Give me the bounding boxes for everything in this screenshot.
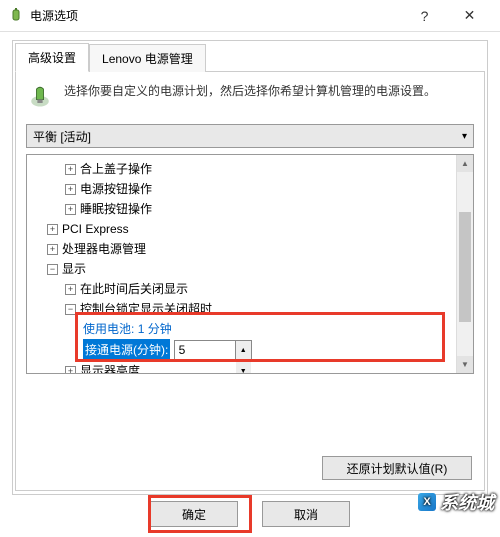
plus-icon[interactable]: + (65, 204, 76, 215)
tree-item-battery[interactable]: 使用电池: 1 分钟 (29, 319, 471, 339)
plan-combo[interactable]: 平衡 [活动] ▾ (26, 124, 474, 148)
scroll-up-icon[interactable]: ▲ (457, 155, 473, 172)
dialog-inner: 高级设置 Lenovo 电源管理 选择你要自定义的电源计划，然后选择你希望计算机… (12, 40, 488, 495)
plus-icon[interactable]: + (47, 244, 58, 255)
tree-item-display-off[interactable]: + 在此时间后关闭显示 (29, 279, 471, 299)
description-row: 选择你要自定义的电源计划，然后选择你希望计算机管理的电源设置。 (26, 82, 474, 110)
tab-strip: 高级设置 Lenovo 电源管理 (15, 44, 485, 72)
help-button[interactable]: ? (402, 1, 447, 31)
content-area: 高级设置 Lenovo 电源管理 选择你要自定义的电源计划，然后选择你希望计算机… (0, 32, 500, 503)
tree-item-display[interactable]: − 显示 (29, 259, 471, 279)
minutes-input[interactable] (175, 341, 235, 359)
minus-icon[interactable]: − (65, 304, 76, 315)
spinner-down[interactable]: ▼ (236, 362, 251, 374)
plus-icon[interactable]: + (65, 164, 76, 175)
tree-item-cpu[interactable]: + 处理器电源管理 (29, 239, 471, 259)
plugged-label: 接通电源(分钟): (83, 339, 170, 361)
settings-tree: + 合上盖子操作 + 电源按钮操作 + 睡眠按钮操作 + (26, 154, 474, 374)
plan-combo-value: 平衡 [活动] (33, 128, 91, 145)
tree-item-plugged[interactable]: 接通电源(分钟): ▲ ▼ (29, 339, 471, 361)
tab-panel: 选择你要自定义的电源计划，然后选择你希望计算机管理的电源设置。 平衡 [活动] … (15, 71, 485, 491)
tree-item-lid[interactable]: + 合上盖子操作 (29, 159, 471, 179)
titlebar: 电源选项 ? ✕ (0, 0, 500, 32)
scroll-down-icon[interactable]: ▼ (457, 356, 473, 373)
description-text: 选择你要自定义的电源计划，然后选择你希望计算机管理的电源设置。 (64, 82, 436, 110)
bulb-icon (26, 82, 54, 110)
plus-icon[interactable]: + (47, 224, 58, 235)
plus-icon[interactable]: + (65, 284, 76, 295)
window-title: 电源选项 (30, 7, 78, 24)
tab-lenovo[interactable]: Lenovo 电源管理 (89, 44, 206, 72)
power-icon (8, 8, 24, 24)
scroll-track[interactable] (457, 172, 473, 356)
close-button[interactable]: ✕ (447, 1, 492, 31)
minutes-spinner[interactable]: ▲ ▼ (174, 340, 252, 360)
tree-scrollbar[interactable]: ▲ ▼ (456, 155, 473, 373)
minus-icon[interactable]: − (47, 264, 58, 275)
plus-icon[interactable]: + (65, 366, 76, 375)
scroll-thumb[interactable] (459, 212, 471, 322)
spinner-up[interactable]: ▲ (236, 341, 251, 362)
restore-defaults-button[interactable]: 还原计划默认值(R) (322, 456, 472, 480)
tab-advanced[interactable]: 高级设置 (15, 43, 89, 72)
chevron-down-icon: ▾ (462, 131, 467, 142)
cancel-button[interactable]: 取消 (262, 501, 350, 527)
tree-item-sleepbtn[interactable]: + 睡眠按钮操作 (29, 199, 471, 219)
tree-item-console-lock[interactable]: − 控制台锁定显示关闭超时 (29, 299, 471, 319)
plus-icon[interactable]: + (65, 184, 76, 195)
tree-item-powerbtn[interactable]: + 电源按钮操作 (29, 179, 471, 199)
power-options-dialog: 电源选项 ? ✕ 高级设置 Lenovo 电源管理 选择你要自定义的电源计划，然… (0, 0, 500, 537)
tree-item-pci[interactable]: + PCI Express (29, 219, 471, 239)
footer-buttons: 确定 取消 (0, 501, 500, 527)
ok-button[interactable]: 确定 (150, 501, 238, 527)
